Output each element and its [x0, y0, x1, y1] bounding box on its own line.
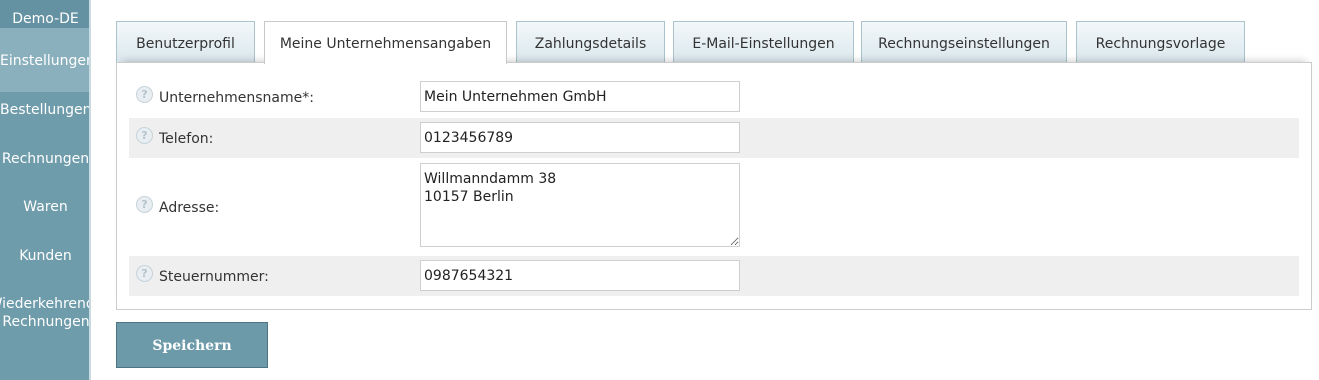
- sidebar-item-label: Wiederkehrende: [0, 296, 89, 312]
- help-icon[interactable]: ?: [136, 86, 153, 103]
- tab-benutzerprofil[interactable]: Benutzerprofil: [116, 21, 255, 63]
- tab-zahlungsdetails[interactable]: Zahlungsdetails: [516, 21, 665, 63]
- account-name: Demo-DE: [0, 0, 89, 28]
- help-icon[interactable]: ?: [136, 196, 153, 213]
- help-icon[interactable]: ?: [136, 265, 153, 282]
- tab-email-einstellungen[interactable]: E-Mail-Einstellungen: [673, 21, 854, 63]
- sidebar-item-wiederkehrende-rechnungen[interactable]: Wiederkehrende Rechnungen: [0, 295, 90, 335]
- sidebar-item-label: Waren: [23, 199, 68, 215]
- company-name-label: Unternehmensname*:: [159, 90, 314, 106]
- tab-rechnungseinstellungen[interactable]: Rechnungseinstellungen: [861, 21, 1067, 63]
- sidebar-item-label: Einstellungen: [0, 53, 91, 69]
- tax-number-input[interactable]: [420, 260, 740, 291]
- sidebar-item-kunden[interactable]: Kunden: [0, 238, 89, 274]
- phone-input[interactable]: [420, 122, 740, 153]
- sidebar: Demo-DE Einstellungen Bestellungen Rechn…: [0, 0, 91, 380]
- company-name-input[interactable]: [420, 81, 740, 112]
- address-label: Adresse:: [159, 200, 220, 216]
- sidebar-item-waren[interactable]: Waren: [0, 189, 89, 225]
- save-button[interactable]: Speichern: [116, 322, 268, 368]
- form-row-tax-number: ? Steuernummer:: [129, 256, 1299, 296]
- tax-number-label: Steuernummer:: [159, 269, 269, 285]
- tab-rechnungsvorlage[interactable]: Rechnungsvorlage: [1076, 21, 1245, 63]
- form-row-address: ? Adresse: Willmanndamm 38 10157 Berlin: [129, 160, 1299, 252]
- form-row-company-name: ? Unternehmensname*:: [129, 78, 1299, 116]
- sidebar-item-bestellungen[interactable]: Bestellungen: [0, 92, 91, 128]
- tab-meine-unternehmensangaben[interactable]: Meine Unternehmensangaben: [264, 21, 507, 64]
- sidebar-item-label: Bestellungen: [0, 102, 91, 118]
- phone-label: Telefon:: [159, 131, 214, 147]
- company-details-panel: ? Unternehmensname*: ? Telefon: ? Adress…: [116, 62, 1312, 310]
- sidebar-item-label: Kunden: [19, 248, 72, 264]
- help-icon[interactable]: ?: [136, 127, 153, 144]
- sidebar-item-label: Rechnungen: [1, 151, 90, 167]
- sidebar-item-rechnungen[interactable]: Rechnungen: [0, 141, 90, 177]
- form-row-phone: ? Telefon:: [129, 118, 1299, 158]
- sidebar-item-label: Rechnungen: [2, 314, 90, 330]
- sidebar-item-einstellungen[interactable]: Einstellungen: [0, 28, 91, 92]
- address-textarea[interactable]: Willmanndamm 38 10157 Berlin: [420, 163, 740, 247]
